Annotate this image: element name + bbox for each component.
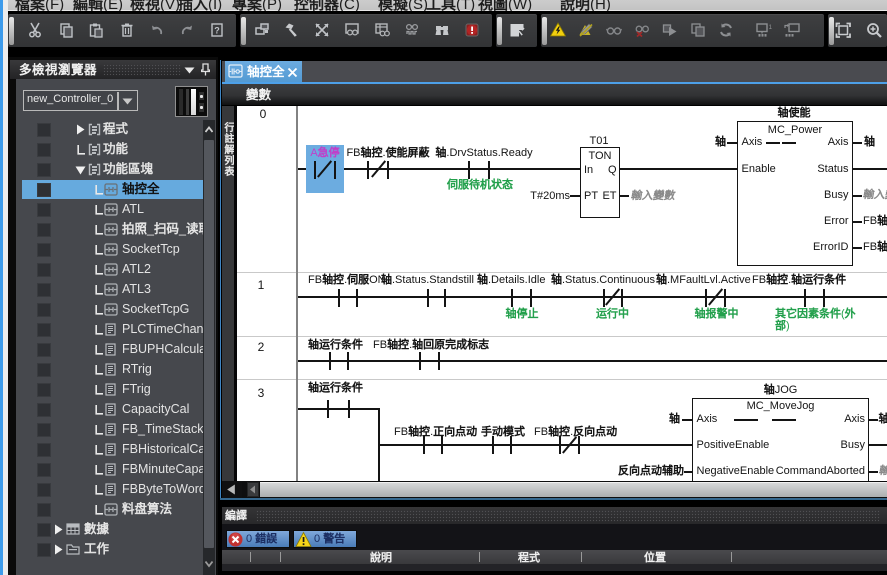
svg-text:1: 1 <box>769 24 773 31</box>
svg-text:?: ? <box>214 26 220 36</box>
